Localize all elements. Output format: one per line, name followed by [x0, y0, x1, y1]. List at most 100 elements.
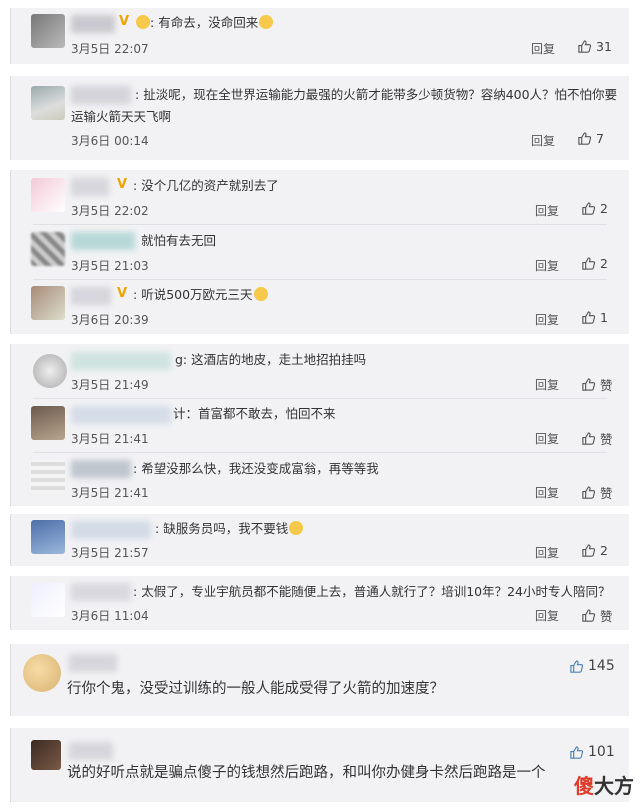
emoji-icon	[136, 15, 150, 29]
username-blurred[interactable]	[69, 654, 117, 672]
avatar[interactable]	[31, 178, 65, 212]
divider	[33, 452, 607, 453]
avatar[interactable]	[23, 654, 61, 692]
avatar[interactable]	[33, 354, 67, 388]
like-count: 1	[600, 310, 608, 325]
username-blurred[interactable]	[71, 460, 131, 478]
avatar[interactable]	[31, 406, 65, 440]
vip-badge-icon: V	[117, 286, 128, 301]
like-button[interactable]: 2	[581, 543, 608, 558]
thumbs-up-icon	[582, 311, 596, 324]
comment-text: : 没个几亿的资产就别去了	[133, 178, 279, 193]
comment-card: V : 有命去，没命回来 3月5日 22:07 回复 31	[10, 8, 629, 64]
reply-button[interactable]: 回复	[535, 484, 559, 501]
username-blurred[interactable]	[71, 352, 171, 370]
like-count: 2	[600, 201, 608, 216]
like-button[interactable]: 赞	[581, 429, 613, 448]
like-button[interactable]: 2	[581, 256, 608, 271]
emoji-icon	[259, 15, 274, 29]
comment-text: 行你个鬼，没受过训练的一般人能成受得了火箭的加速度？	[67, 681, 444, 697]
avatar[interactable]	[31, 14, 65, 48]
reply-button[interactable]: 回复	[535, 430, 559, 447]
reply-button[interactable]: 回复	[535, 607, 559, 624]
comment-card: g: 这酒店的地皮，走土地招拍挂吗 3月5日 21:49 回复 赞 计：首富都不…	[10, 344, 629, 506]
comment-text: g: 这酒店的地皮，走土地招拍挂吗	[175, 352, 367, 367]
like-button[interactable]: 1	[581, 310, 608, 325]
avatar[interactable]	[31, 740, 61, 770]
comment-time: 3月5日 22:07	[71, 42, 149, 56]
comment-text: : 缺服务员吗，我不要钱	[155, 520, 304, 538]
reply-button[interactable]: 回复	[531, 132, 555, 149]
like-count: 7	[596, 131, 604, 146]
comment-text: 说的好听点就是骗点傻子的钱想然后跑路，和叫你办健身卡然后跑路是一个	[67, 765, 546, 781]
comment-time: 3月5日 21:03	[71, 259, 149, 273]
comment-text: : 希望没那么快，我还没变成富翁，再等等我	[133, 461, 379, 476]
comment-text: : 扯淡呢，现在全世界运输能力最强的火箭才能带多少顿货物？容纳400人？怕不怕你…	[135, 87, 618, 102]
like-button[interactable]: 2	[581, 201, 608, 216]
avatar[interactable]	[31, 520, 65, 554]
username-blurred[interactable]	[71, 86, 131, 104]
avatar[interactable]	[31, 460, 65, 494]
reply-button[interactable]: 回复	[535, 202, 559, 219]
like-button[interactable]: 31	[577, 39, 612, 54]
avatar[interactable]	[31, 232, 65, 266]
comment-card: 行你个鬼，没受过训练的一般人能成受得了火箭的加速度？ 145	[10, 644, 629, 716]
username-blurred[interactable]	[71, 178, 109, 196]
thumbs-up-icon	[582, 609, 596, 622]
like-count: 赞	[600, 486, 613, 501]
avatar[interactable]	[31, 583, 65, 617]
thumbs-up-icon	[582, 257, 596, 270]
comment-time: 3月6日 11:04	[71, 609, 149, 623]
username-blurred[interactable]	[71, 287, 111, 305]
vip-badge-icon: V	[119, 14, 130, 29]
comment-time: 3月5日 21:41	[71, 486, 149, 500]
like-button[interactable]: 7	[577, 131, 604, 146]
comment-card: 说的好听点就是骗点傻子的钱想然后跑路，和叫你办健身卡然后跑路是一个 101	[10, 728, 629, 802]
like-button[interactable]: 101	[569, 744, 615, 760]
comment-time: 3月5日 21:49	[71, 378, 149, 392]
like-count: 2	[600, 543, 608, 558]
reply-button[interactable]: 回复	[535, 311, 559, 328]
comment-text-continued: 运输火箭天天飞啊	[71, 109, 172, 124]
comment-time: 3月5日 22:02	[71, 204, 149, 218]
like-count: 101	[588, 744, 615, 760]
username-blurred[interactable]	[71, 232, 135, 250]
comment-card: : 太假了，专业宇航员都不能随便上去，普通人就行了？培训10年？24小时专人陪同…	[10, 576, 629, 630]
avatar[interactable]	[31, 86, 65, 120]
reply-button[interactable]: 回复	[535, 544, 559, 561]
thumbs-up-icon	[582, 202, 596, 215]
avatar[interactable]	[31, 286, 65, 320]
username-blurred[interactable]	[71, 583, 131, 601]
comment-text: 就怕有去无回	[141, 233, 217, 248]
username-blurred[interactable]	[71, 15, 115, 33]
comment-text: : 听说500万欧元三天	[133, 286, 268, 304]
comment-time: 3月5日 21:57	[71, 546, 149, 560]
username-blurred[interactable]	[69, 742, 113, 760]
comment-time: 3月6日 00:14	[71, 134, 149, 148]
comment-card: V : 没个几亿的资产就别去了 3月5日 22:02 回复 2 就怕有去无回 3…	[10, 170, 629, 334]
comment-text: : 太假了，专业宇航员都不能随便上去，普通人就行了？培训10年？24小时专人陪同…	[133, 584, 611, 599]
like-button[interactable]: 赞	[581, 483, 613, 502]
like-button[interactable]: 赞	[581, 606, 613, 625]
thumbs-up-icon	[582, 432, 596, 445]
emoji-icon	[253, 287, 268, 301]
like-button[interactable]: 赞	[581, 375, 613, 394]
thumbs-up-icon	[582, 486, 596, 499]
thumbs-up-icon	[582, 378, 596, 391]
vip-badge-icon: V	[117, 177, 128, 192]
thumbs-up-icon	[570, 659, 584, 673]
comment-text: 计：首富都不敢去，怕回不来	[173, 406, 336, 421]
like-count: 31	[596, 39, 612, 54]
like-count: 145	[588, 658, 615, 674]
reply-button[interactable]: 回复	[535, 257, 559, 274]
reply-button[interactable]: 回复	[531, 40, 555, 57]
divider	[33, 398, 607, 399]
reply-button[interactable]: 回复	[535, 376, 559, 393]
comment-card: : 扯淡呢，现在全世界运输能力最强的火箭才能带多少顿货物？容纳400人？怕不怕你…	[10, 76, 629, 160]
thumbs-up-icon	[578, 40, 592, 53]
emoji-icon	[289, 521, 304, 535]
username-blurred[interactable]	[71, 406, 171, 424]
like-button[interactable]: 145	[569, 658, 615, 674]
username-blurred[interactable]	[71, 521, 151, 539]
divider	[33, 224, 607, 225]
